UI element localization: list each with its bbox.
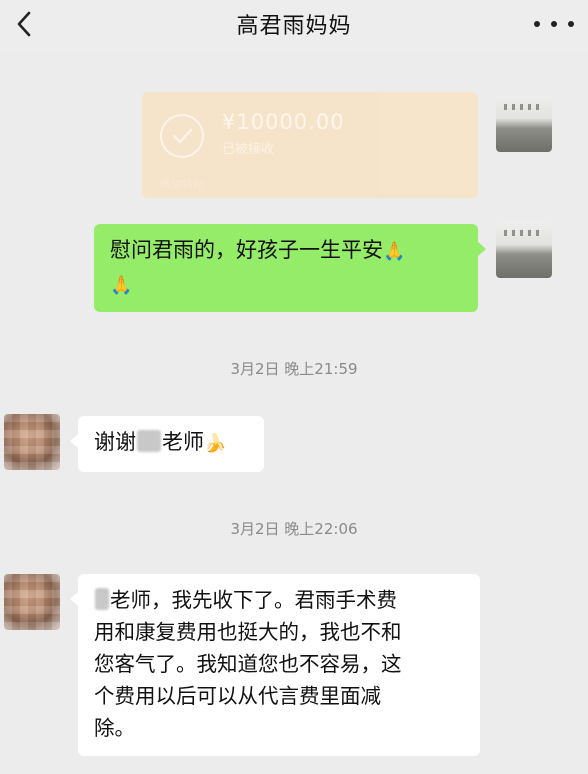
check-circle-icon <box>160 114 204 158</box>
redacted-name <box>137 430 161 452</box>
message-line: 您客气了。我知道您也不容易，这 <box>94 652 402 676</box>
ellipsis-icon <box>534 21 540 27</box>
avatar[interactable] <box>496 222 552 278</box>
transfer-message[interactable]: ¥10000.00 已被接收 微信转账 <box>142 92 478 198</box>
pray-emoji-icon: 🙏 <box>383 241 406 262</box>
avatar[interactable] <box>496 96 552 152</box>
timestamp: 3月2日 晚上22:06 <box>230 520 358 538</box>
avatar[interactable] <box>4 414 60 470</box>
message-bubble-received[interactable]: 老师，我先收下了。君雨手术费 用和康复费用也挺大的，我也不和 您客气了。我知道您… <box>70 574 480 756</box>
message-bubble-sent[interactable]: 慰问君雨的，好孩子一生平安🙏 🙏 <box>94 224 486 312</box>
message-line: 个费用以后可以从代言费里面减 <box>94 684 381 708</box>
redacted-name <box>95 588 109 610</box>
message-line: 老师，我先收下了。君雨手术费 <box>110 588 397 612</box>
message-bubble-received[interactable]: 谢谢 老师🍌 <box>70 416 264 472</box>
transfer-footer: 微信转账 <box>160 178 204 191</box>
chat-title: 高君雨妈妈 <box>236 14 352 39</box>
message-line: 用和康复费用也挺大的，我也不和 <box>94 620 402 644</box>
more-options-button[interactable] <box>534 10 574 38</box>
avatar[interactable] <box>4 574 60 630</box>
pray-emoji-icon: 🙏 <box>110 275 133 296</box>
message-text-prefix: 谢谢 <box>94 430 136 454</box>
transfer-amount: ¥10000.00 <box>222 110 345 134</box>
timestamp: 3月2日 晚上21:59 <box>230 360 358 378</box>
message-text: 慰问君雨的，好孩子一生平安 <box>110 238 383 262</box>
message-line: 除。 <box>94 716 135 740</box>
transfer-status: 已被接收 <box>222 142 275 157</box>
chat-header: 高君雨妈妈 <box>0 0 588 52</box>
message-text-suffix: 老师 <box>162 430 204 454</box>
banana-emoji-icon: 🍌 <box>204 433 227 454</box>
